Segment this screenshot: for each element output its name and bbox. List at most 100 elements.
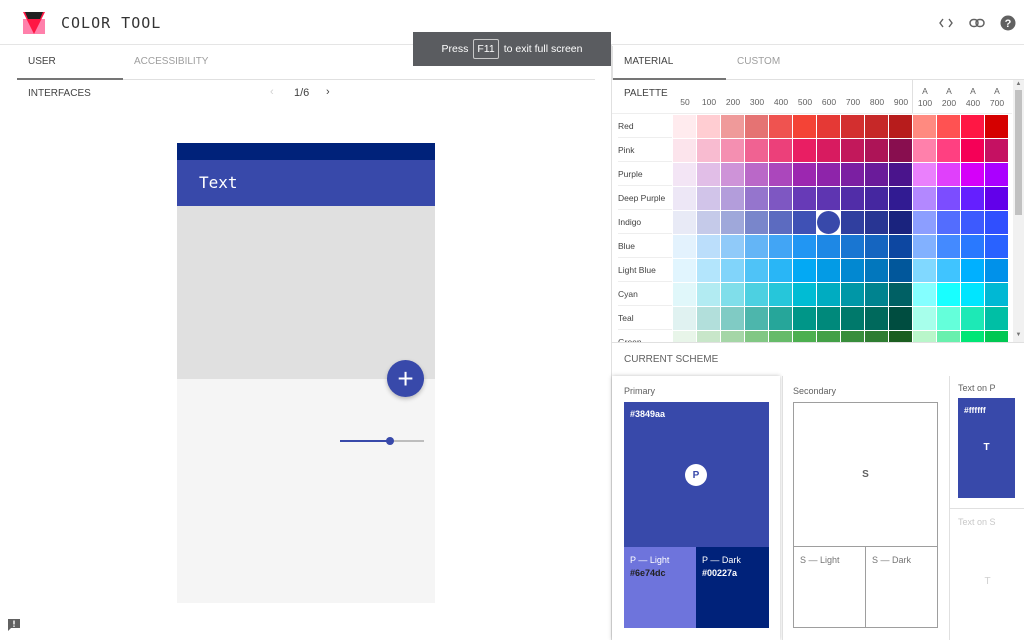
palette-cell[interactable]	[793, 307, 816, 330]
palette-cell[interactable]	[961, 283, 984, 306]
palette-cell[interactable]	[673, 187, 696, 210]
palette-cell[interactable]	[793, 139, 816, 162]
palette-cell[interactable]	[793, 211, 816, 234]
secondary-light-swatch[interactable]: S — Light	[793, 546, 866, 628]
palette-cell[interactable]	[841, 187, 864, 210]
palette-cell[interactable]	[937, 283, 960, 306]
palette-cell[interactable]	[745, 235, 768, 258]
palette-cell[interactable]	[745, 331, 768, 342]
palette-cell[interactable]	[721, 115, 744, 138]
palette-cell[interactable]	[889, 115, 912, 138]
palette-cell[interactable]	[841, 331, 864, 342]
palette-cell[interactable]	[745, 139, 768, 162]
scroll-down-arrow[interactable]: ▼	[1015, 332, 1022, 338]
scroll-thumb[interactable]	[1015, 90, 1022, 215]
palette-cell[interactable]	[841, 211, 864, 234]
palette-cell[interactable]	[913, 139, 936, 162]
palette-cell[interactable]	[865, 235, 888, 258]
palette-cell[interactable]	[913, 211, 936, 234]
palette-cell[interactable]	[985, 115, 1008, 138]
palette-cell[interactable]	[937, 211, 960, 234]
palette-cell[interactable]	[673, 235, 696, 258]
palette-cell[interactable]	[985, 307, 1008, 330]
palette-cell[interactable]	[889, 235, 912, 258]
palette-cell[interactable]	[793, 259, 816, 282]
palette-cell[interactable]	[985, 259, 1008, 282]
palette-cell[interactable]	[889, 331, 912, 342]
palette-cell[interactable]	[985, 139, 1008, 162]
palette-cell[interactable]	[721, 283, 744, 306]
palette-cell[interactable]	[913, 115, 936, 138]
palette-cell[interactable]	[817, 115, 840, 138]
palette-cell[interactable]	[865, 115, 888, 138]
palette-cell[interactable]	[697, 211, 720, 234]
preview-fab-button[interactable]: +	[387, 360, 424, 397]
palette-cell[interactable]	[817, 139, 840, 162]
palette-scrollbar[interactable]: ▲ ▼	[1013, 80, 1024, 342]
palette-cell[interactable]	[913, 307, 936, 330]
palette-cell[interactable]	[673, 115, 696, 138]
palette-cell[interactable]	[721, 235, 744, 258]
palette-cell[interactable]	[961, 115, 984, 138]
palette-cell[interactable]	[721, 259, 744, 282]
palette-cell[interactable]	[793, 187, 816, 210]
palette-cell[interactable]	[865, 283, 888, 306]
text-on-p-swatch[interactable]: #ffffff T	[958, 398, 1015, 498]
primary-dark-swatch[interactable]: P — Dark #00227a	[696, 547, 769, 628]
palette-cell[interactable]	[721, 331, 744, 342]
palette-cell[interactable]	[841, 259, 864, 282]
palette-cell[interactable]	[889, 187, 912, 210]
tab-material-palette[interactable]: MATERIAL PALETTE	[613, 46, 726, 99]
palette-cell[interactable]	[673, 139, 696, 162]
secondary-dark-swatch[interactable]: S — Dark	[865, 546, 938, 628]
palette-cell[interactable]	[817, 235, 840, 258]
palette-cell[interactable]	[817, 283, 840, 306]
palette-cell[interactable]	[697, 235, 720, 258]
secondary-swatch[interactable]: S	[793, 402, 938, 547]
palette-cell[interactable]	[937, 331, 960, 342]
palette-cell[interactable]	[721, 163, 744, 186]
palette-cell[interactable]	[793, 115, 816, 138]
tab-accessibility[interactable]: ACCESSIBILITY	[123, 46, 219, 80]
palette-cell-selected[interactable]	[817, 211, 840, 234]
palette-cell[interactable]	[937, 139, 960, 162]
palette-cell[interactable]	[817, 307, 840, 330]
palette-cell[interactable]	[745, 211, 768, 234]
palette-cell[interactable]	[745, 283, 768, 306]
palette-cell[interactable]	[889, 307, 912, 330]
primary-swatch[interactable]: #3849aa P	[624, 402, 769, 547]
palette-cell[interactable]	[961, 307, 984, 330]
palette-cell[interactable]	[937, 259, 960, 282]
palette-cell[interactable]	[697, 307, 720, 330]
palette-cell[interactable]	[937, 163, 960, 186]
palette-cell[interactable]	[937, 235, 960, 258]
palette-cell[interactable]	[745, 259, 768, 282]
palette-cell[interactable]	[961, 259, 984, 282]
palette-cell[interactable]	[985, 163, 1008, 186]
palette-cell[interactable]	[817, 259, 840, 282]
palette-cell[interactable]	[697, 259, 720, 282]
palette-cell[interactable]	[769, 187, 792, 210]
palette-cell[interactable]	[745, 115, 768, 138]
palette-cell[interactable]	[817, 187, 840, 210]
palette-cell[interactable]	[745, 187, 768, 210]
palette-cell[interactable]	[793, 163, 816, 186]
code-icon[interactable]	[936, 13, 956, 33]
palette-cell[interactable]	[697, 115, 720, 138]
palette-cell[interactable]	[673, 163, 696, 186]
preview-slider[interactable]	[340, 436, 424, 446]
palette-cell[interactable]	[985, 331, 1008, 342]
palette-cell[interactable]	[865, 211, 888, 234]
palette-cell[interactable]	[889, 283, 912, 306]
palette-cell[interactable]	[961, 331, 984, 342]
palette-cell[interactable]	[673, 307, 696, 330]
palette-cell[interactable]	[769, 163, 792, 186]
palette-cell[interactable]	[865, 163, 888, 186]
palette-cell[interactable]	[841, 139, 864, 162]
next-page-button[interactable]: ›	[326, 86, 330, 98]
primary-light-swatch[interactable]: P — Light #6e74dc	[624, 547, 696, 628]
palette-cell[interactable]	[769, 307, 792, 330]
palette-cell[interactable]	[841, 283, 864, 306]
palette-cell[interactable]	[673, 211, 696, 234]
palette-cell[interactable]	[721, 307, 744, 330]
